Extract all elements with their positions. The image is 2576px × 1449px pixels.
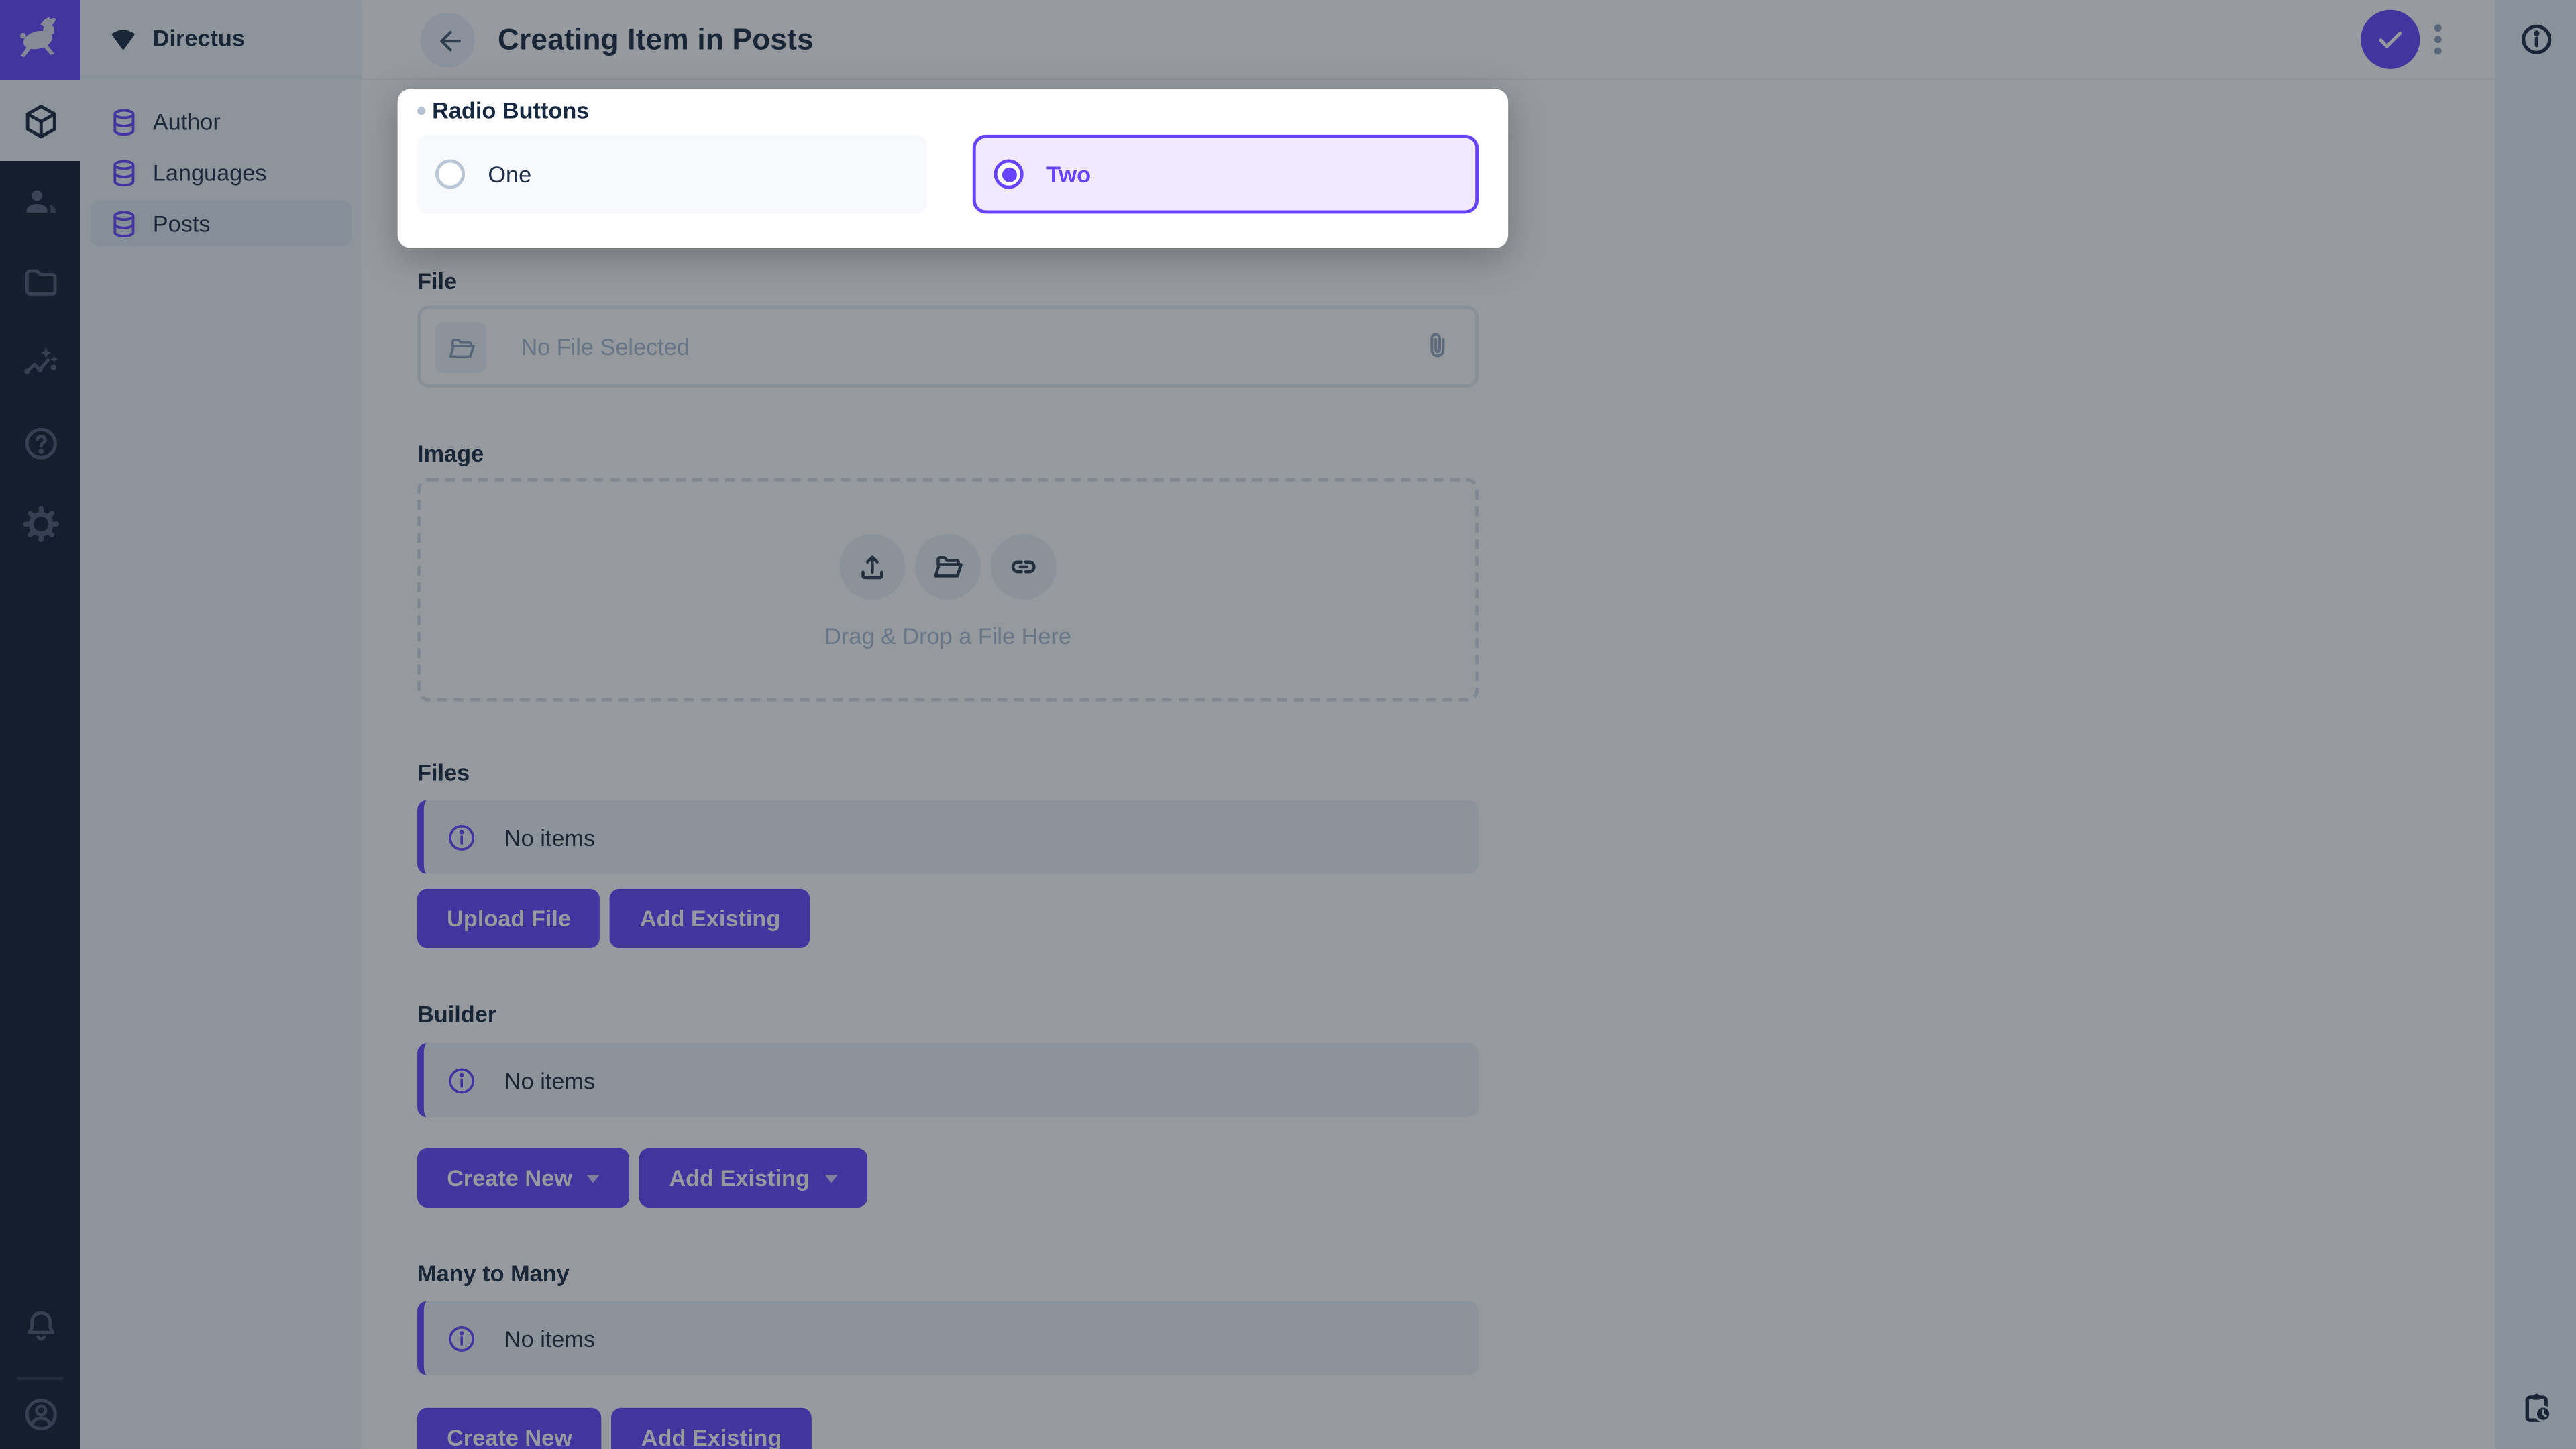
field-label-radio-buttons: Radio Buttons (417, 97, 589, 123)
radio-option-label: Two (1046, 161, 1091, 187)
radio-option-two[interactable]: Two (973, 135, 1479, 214)
radio-option-one[interactable]: One (417, 135, 926, 214)
radio-buttons-popup: Radio Buttons One Two (398, 89, 1509, 248)
directus-app: Directus Author Languages (0, 0, 2576, 1449)
radio-selected-icon (994, 160, 1024, 189)
radio-unselected-icon (435, 160, 465, 189)
edited-indicator-dot (417, 106, 425, 114)
field-label-text: Radio Buttons (432, 97, 589, 123)
radio-option-label: One (488, 161, 531, 187)
